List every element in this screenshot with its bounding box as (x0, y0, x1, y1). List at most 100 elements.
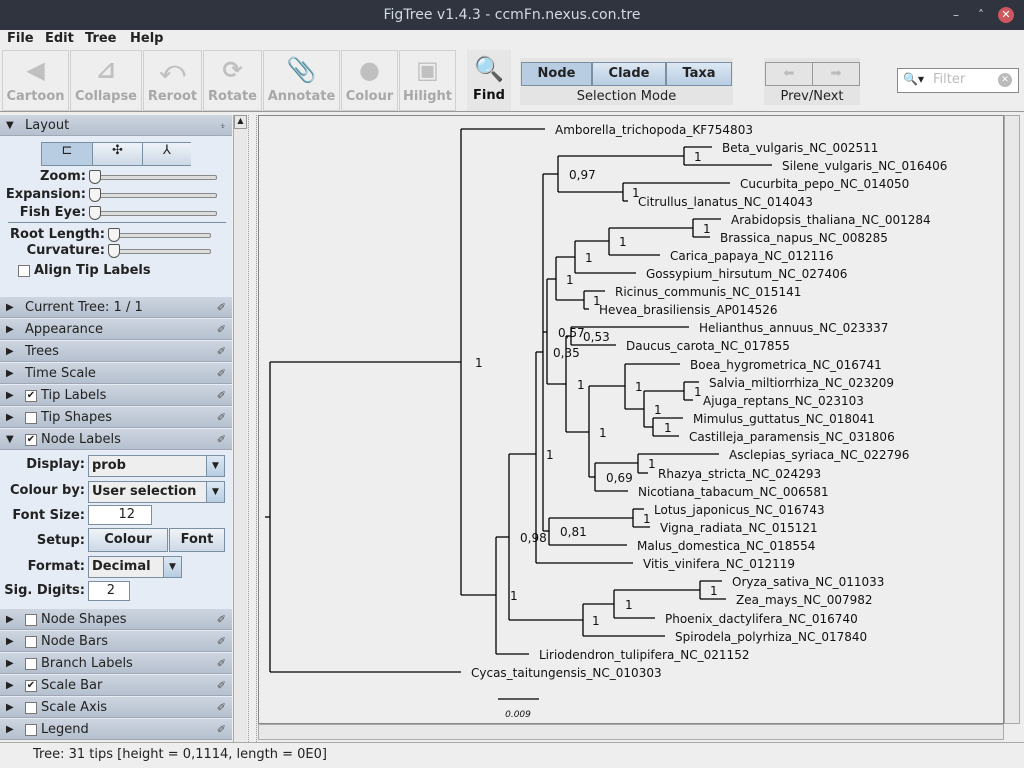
checkbox-icon[interactable] (25, 411, 37, 424)
pin-icon[interactable]: ⍖ (219, 115, 226, 136)
scroll-up-icon[interactable]: ▲ (234, 115, 247, 129)
tip-label[interactable]: Asclepias_syriaca_NC_022796 (729, 448, 909, 462)
tip-label[interactable]: Helianthus_annuus_NC_023337 (699, 321, 888, 335)
tip-label[interactable]: Malus_domestica_NC_018554 (637, 539, 815, 553)
tip-label[interactable]: Castilleja_paramensis_NC_031806 (689, 430, 895, 444)
zoom-slider[interactable] (89, 170, 217, 184)
tip-label[interactable]: Daucus_carota_NC_017855 (626, 339, 790, 353)
radial-layout-icon[interactable]: ⅄ (142, 143, 191, 165)
fisheye-slider[interactable] (89, 206, 217, 220)
tip-label[interactable]: Rhazya_stricta_NC_024293 (658, 467, 821, 481)
tip-label[interactable]: Ricinus_communis_NC_015141 (615, 285, 801, 299)
annotate-button[interactable]: 📎 Annotate (263, 50, 340, 111)
section-scale-bar[interactable]: ▶ ✔ Scale Bar ✐ (0, 675, 232, 696)
find-button[interactable]: 🔍 Find (467, 50, 511, 111)
pin-icon[interactable]: ✐ (217, 385, 226, 406)
tip-label[interactable]: Citrullus_lanatus_NC_014043 (638, 195, 813, 209)
section-appearance[interactable]: ▶ Appearance ✐ (0, 319, 232, 340)
tip-label[interactable]: Phoenix_dactylifera_NC_016740 (665, 612, 858, 626)
section-node-shapes[interactable]: ▶ Node Shapes ✐ (0, 609, 232, 630)
menu-edit[interactable]: Edit (45, 31, 74, 46)
tip-label[interactable]: Cycas_taitungensis_NC_010303 (471, 666, 662, 680)
colour-by-select[interactable]: User selection ▼ (88, 481, 225, 503)
font-size-spinner[interactable]: 12 (88, 505, 152, 525)
clear-icon[interactable]: ✕ (998, 73, 1012, 87)
next-button[interactable]: ➡ (812, 62, 860, 86)
tip-label[interactable]: Spirodela_polyrhiza_NC_017840 (675, 630, 867, 644)
sig-digits-spinner[interactable]: 2 (88, 581, 130, 601)
tip-label[interactable]: Arabidopsis_thaliana_NC_001284 (731, 213, 931, 227)
maximize-button[interactable]: ˄ (973, 7, 989, 23)
section-tip-labels[interactable]: ▶ ✔ Tip Labels ✐ (0, 385, 232, 406)
collapse-button[interactable]: ⊿ Collapse (70, 50, 142, 111)
pin-icon[interactable]: ✐ (217, 675, 226, 696)
reroot-button[interactable]: ⤺ Reroot (143, 50, 202, 111)
checkbox-icon[interactable] (25, 657, 37, 670)
section-node-bars[interactable]: ▶ Node Bars ✐ (0, 631, 232, 652)
curvature-slider[interactable] (108, 244, 211, 258)
menu-file[interactable]: File (7, 31, 34, 46)
tip-label[interactable]: Carica_papaya_NC_012116 (670, 249, 834, 263)
hilight-button[interactable]: ▣ Hilight (399, 50, 456, 111)
rotate-button[interactable]: ⟳ Rotate (203, 50, 262, 111)
display-select[interactable]: prob ▼ (88, 455, 225, 477)
tip-label[interactable]: Gossypium_hirsutum_NC_027406 (646, 267, 847, 281)
format-select[interactable]: Decimal ▼ (88, 556, 182, 578)
tip-label[interactable]: Brassica_napus_NC_008285 (720, 231, 888, 245)
tip-label[interactable]: Mimulus_guttatus_NC_018041 (693, 412, 875, 426)
expansion-slider[interactable] (89, 188, 217, 202)
tip-label[interactable]: Salvia_miltiorrhiza_NC_023209 (709, 376, 894, 390)
filter-field[interactable]: 🔍▾ Filter ✕ (897, 68, 1019, 93)
prev-button[interactable]: ⬅ (765, 62, 813, 86)
horizontal-scrollbar[interactable] (258, 724, 1004, 740)
checkbox-icon[interactable] (25, 635, 37, 648)
menu-help[interactable]: Help (130, 31, 163, 46)
section-trees[interactable]: ▶ Trees ✐ (0, 341, 232, 362)
section-legend[interactable]: ▶ Legend ✐ (0, 719, 232, 740)
colour-setup-button[interactable]: Colour (88, 528, 168, 552)
section-scale-axis[interactable]: ▶ Scale Axis ✐ (0, 697, 232, 718)
tip-label[interactable]: Lotus_japonicus_NC_016743 (654, 503, 825, 517)
checkbox-icon[interactable] (25, 723, 37, 736)
pin-icon[interactable]: ✐ (217, 319, 226, 340)
polar-layout-icon[interactable]: ✣ (92, 143, 142, 165)
colour-button[interactable]: ● Colour (341, 50, 398, 111)
section-node-labels[interactable]: ▼ ✔ Node Labels ✐ (0, 429, 232, 450)
tip-label[interactable]: Silene_vulgaris_NC_016406 (782, 159, 947, 173)
font-setup-button[interactable]: Font (169, 528, 225, 552)
pin-icon[interactable]: ✐ (217, 697, 226, 718)
pin-icon[interactable]: ✐ (217, 407, 226, 428)
minimize-button[interactable]: – (948, 7, 964, 23)
tip-label[interactable]: Cucurbita_pepo_NC_014050 (740, 177, 909, 191)
checkbox-icon[interactable] (25, 701, 37, 714)
mode-taxa[interactable]: Taxa (666, 62, 732, 86)
root-length-slider[interactable] (108, 228, 211, 242)
tip-label[interactable]: Beta_vulgaris_NC_002511 (722, 141, 878, 155)
mode-node[interactable]: Node (521, 62, 592, 86)
pin-icon[interactable]: ✐ (217, 719, 226, 740)
checkbox-icon[interactable]: ✔ (25, 389, 37, 402)
split-pane-divider[interactable] (248, 115, 257, 742)
tip-label[interactable]: Oryza_sativa_NC_011033 (732, 575, 884, 589)
section-time-scale[interactable]: ▶ Time Scale ✐ (0, 363, 232, 384)
tip-label[interactable]: Ajuga_reptans_NC_023103 (703, 394, 864, 408)
vertical-scrollbar[interactable] (1004, 115, 1020, 724)
tip-label[interactable]: Amborella_trichopoda_KF754803 (555, 123, 753, 137)
tip-label[interactable]: Hevea_brasiliensis_AP014526 (599, 303, 777, 317)
tip-label[interactable]: Vigna_radiata_NC_015121 (660, 521, 818, 535)
section-branch-labels[interactable]: ▶ Branch Labels ✐ (0, 653, 232, 674)
section-layout[interactable]: ▼ Layout ⍖ (0, 115, 232, 136)
close-button[interactable]: ✕ (998, 7, 1014, 23)
section-current-tree[interactable]: ▶ Current Tree: 1 / 1 ✐ (0, 297, 232, 318)
section-tip-shapes[interactable]: ▶ Tip Shapes ✐ (0, 407, 232, 428)
tip-label[interactable]: Boea_hygrometrica_NC_016741 (690, 358, 882, 372)
checkbox-icon[interactable]: ✔ (25, 433, 37, 446)
pin-icon[interactable]: ✐ (217, 341, 226, 362)
tree-canvas[interactable]: 110,9811110,350,97110,571111110,53111110… (258, 115, 1004, 724)
pin-icon[interactable]: ✐ (217, 363, 226, 384)
tip-label[interactable]: Liriodendron_tulipifera_NC_021152 (539, 648, 749, 662)
tip-label[interactable]: Vitis_vinifera_NC_012119 (643, 557, 795, 571)
tip-label[interactable]: Zea_mays_NC_007982 (736, 593, 873, 607)
pin-icon[interactable]: ✐ (217, 631, 226, 652)
align-tip-labels-checkbox[interactable]: Align Tip Labels (18, 263, 151, 278)
